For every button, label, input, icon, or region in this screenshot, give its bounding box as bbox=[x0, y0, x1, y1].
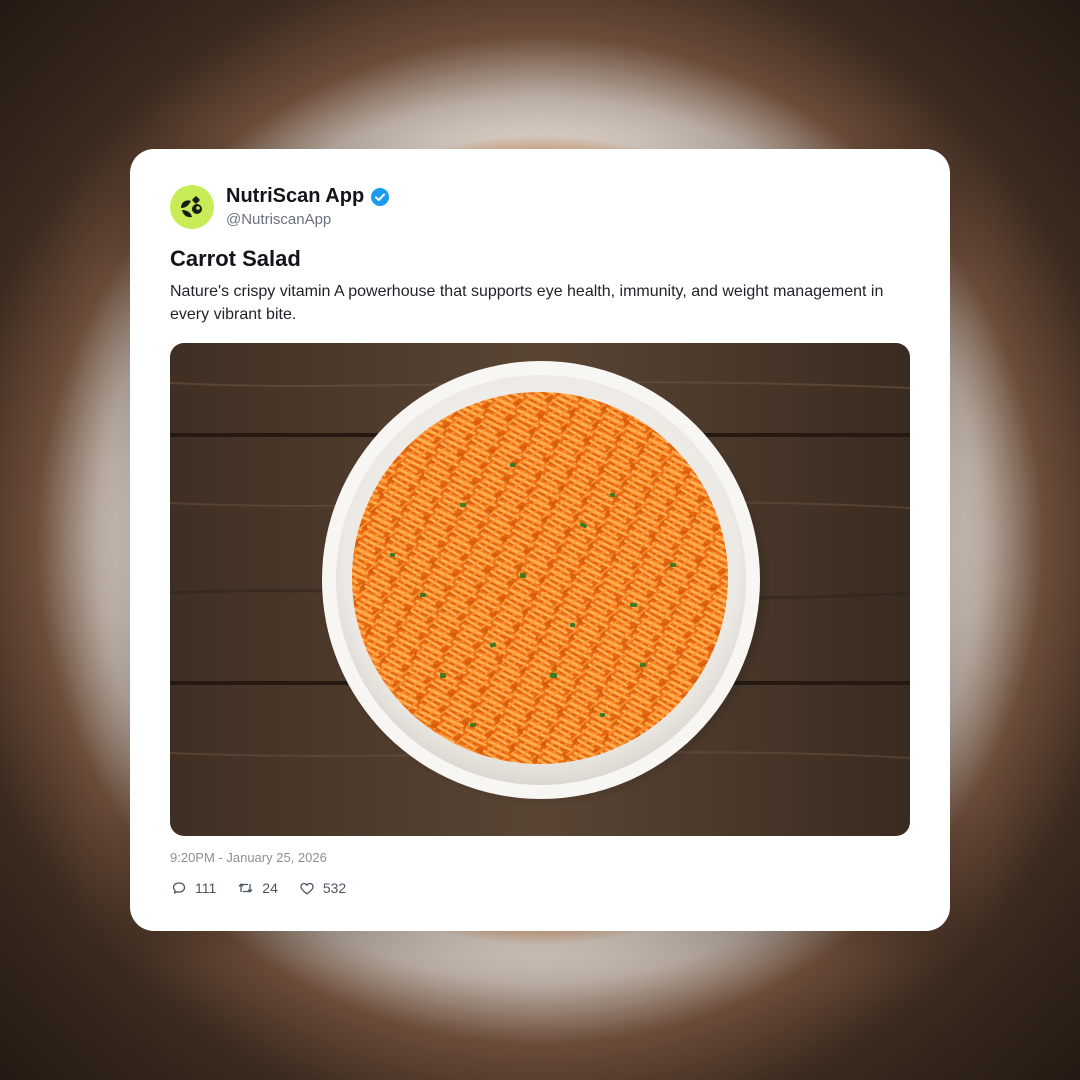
post-image[interactable] bbox=[170, 343, 910, 836]
carrot-salad-photo bbox=[170, 343, 910, 836]
like-count: 532 bbox=[322, 880, 347, 896]
heart-icon bbox=[300, 882, 314, 894]
repost-button[interactable]: 24 bbox=[238, 880, 278, 896]
reply-icon bbox=[172, 882, 186, 894]
like-button[interactable]: 532 bbox=[300, 880, 346, 896]
repost-count: 24 bbox=[262, 880, 278, 896]
account-name[interactable]: NutriScan App bbox=[226, 185, 364, 208]
post-timestamp: 9:20PM - January 25, 2026 bbox=[170, 850, 327, 865]
repost-icon bbox=[238, 883, 253, 893]
account-handle[interactable]: @NutriscanApp bbox=[226, 211, 331, 228]
post-actions: 111 24 532 bbox=[172, 880, 346, 896]
post-title: Carrot Salad bbox=[170, 246, 301, 271]
reply-count: 111 bbox=[195, 880, 217, 896]
leaf-logo-icon bbox=[181, 196, 202, 218]
reply-button[interactable]: 111 bbox=[172, 880, 216, 896]
post-description: Nature's crispy vitamin A powerhouse tha… bbox=[170, 283, 884, 323]
avatar[interactable] bbox=[170, 185, 214, 229]
account-name-row: NutriScan App bbox=[226, 185, 390, 208]
verified-badge-icon bbox=[371, 187, 390, 206]
post-card: NutriScan App @NutriscanApp Carrot Salad… bbox=[130, 149, 950, 931]
